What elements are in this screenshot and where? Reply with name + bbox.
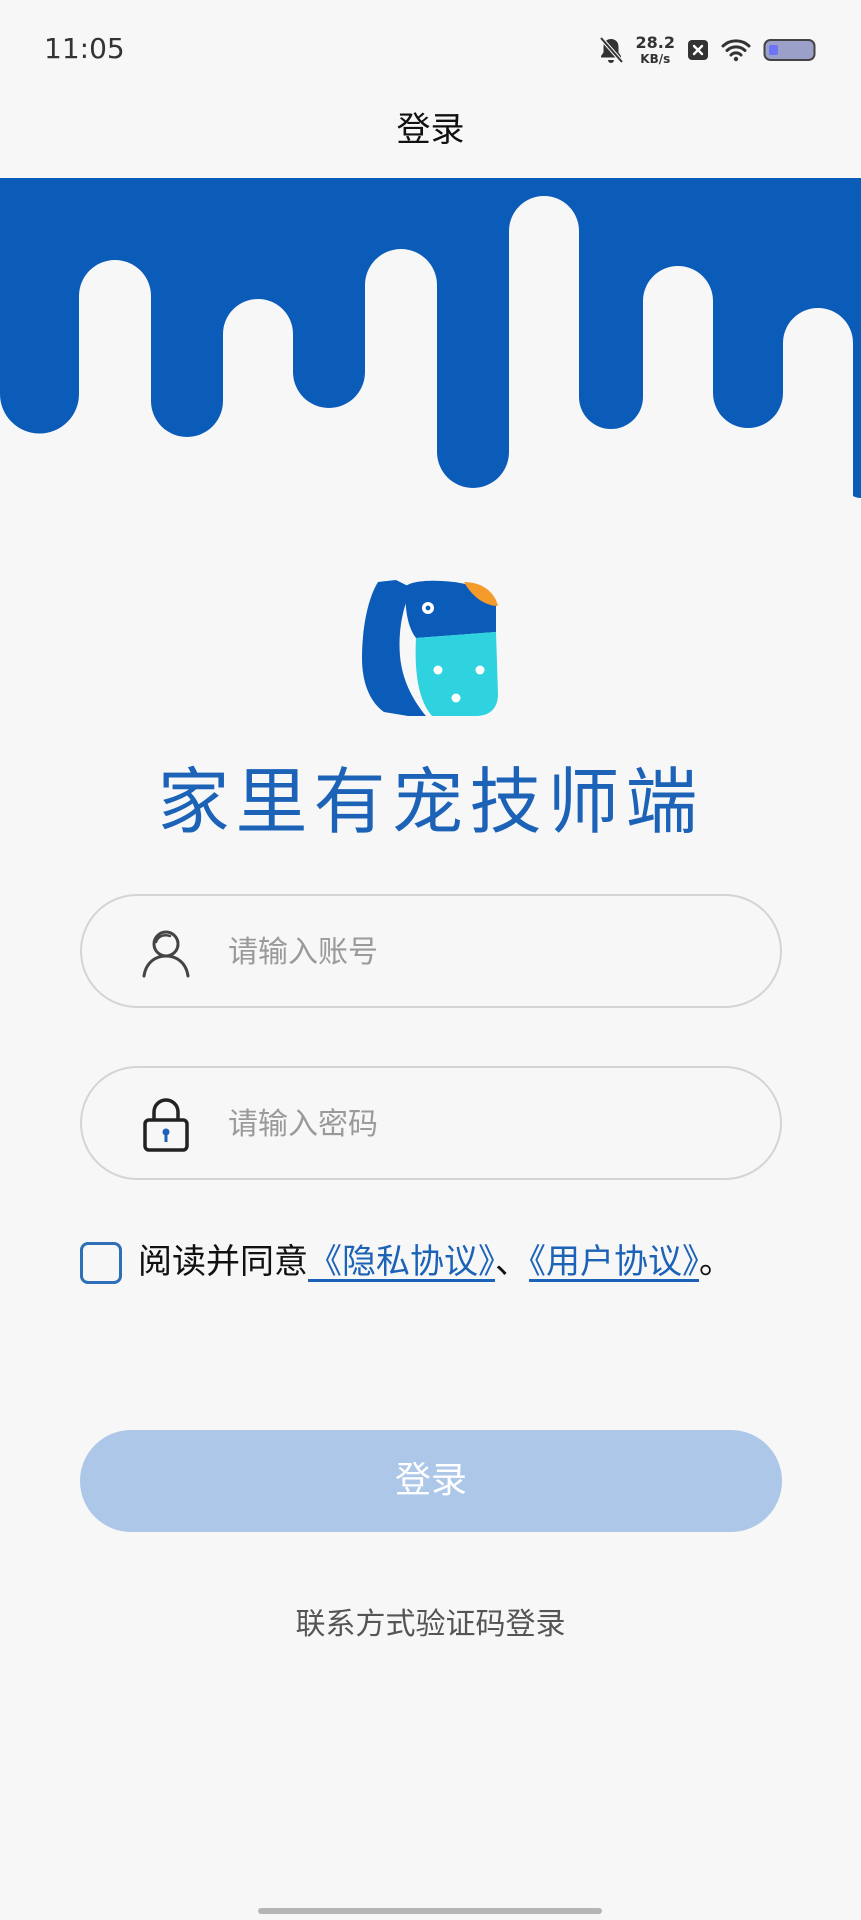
net-speed-unit: KB/s	[640, 52, 671, 66]
status-icons: 28.2 KB/s	[598, 30, 817, 70]
agreement-suffix: 。	[699, 1242, 733, 1282]
user-icon	[142, 930, 190, 978]
agreement-separator: 、	[495, 1242, 529, 1282]
lock-icon	[143, 1098, 189, 1152]
privacy-policy-link[interactable]: 《隐私协议》	[308, 1242, 495, 1282]
net-speed-value: 28.2	[635, 33, 675, 52]
brand-title: 家里有宠技师端	[157, 760, 704, 844]
login-screen: 11:05 28.2 KB/s 登录 家里有宠技师端 请输入账号 阅读并同意《隐…	[0, 0, 861, 1920]
home-indicator[interactable]	[258, 1908, 602, 1914]
status-bar: 11:05 28.2 KB/s	[0, 0, 861, 100]
password-field[interactable]	[80, 1066, 782, 1180]
app-logo-icon	[362, 580, 498, 716]
net-speed: 28.2 KB/s	[635, 33, 675, 66]
user-agreement-link[interactable]: 《用户协议》	[529, 1242, 699, 1282]
wifi-icon	[721, 39, 751, 62]
password-input[interactable]	[226, 1088, 750, 1160]
bell-muted-icon	[599, 36, 624, 64]
verification-code-login-link[interactable]: 联系方式验证码登录	[0, 1600, 861, 1650]
battery-icon	[763, 39, 816, 61]
account-field[interactable]	[80, 894, 782, 1008]
close-box-icon	[688, 40, 708, 60]
agreement-checkbox[interactable]	[80, 1242, 122, 1284]
login-button[interactable]: 登录	[80, 1430, 782, 1532]
status-time: 11:05	[44, 32, 125, 65]
header-banner-graphic	[0, 178, 861, 499]
agreement-prefix: 阅读并同意	[138, 1242, 308, 1282]
page-title: 登录	[396, 110, 465, 150]
agreement-text: 阅读并同意《隐私协议》、《用户协议》。	[138, 1238, 778, 1286]
account-input[interactable]	[226, 916, 750, 988]
